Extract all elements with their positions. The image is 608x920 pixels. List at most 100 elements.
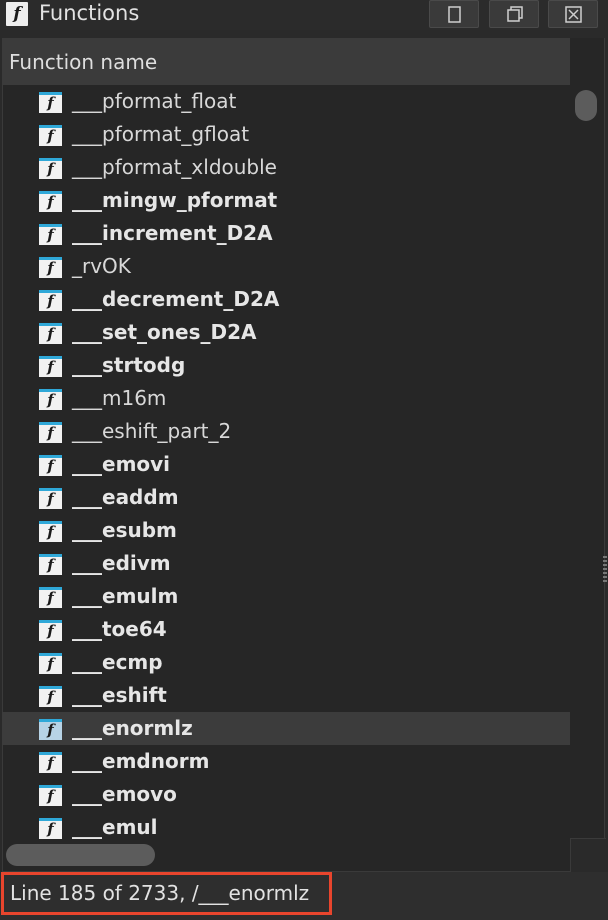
function-icon: f (39, 785, 62, 806)
close-button[interactable] (548, 0, 598, 28)
list-item[interactable]: f ___emul (2, 811, 570, 844)
list-item[interactable]: f ___edivm (2, 547, 570, 580)
function-glyph: f (13, 4, 21, 24)
function-name: ___toe64 (72, 617, 167, 641)
list-item[interactable]: f ___toe64 (2, 613, 570, 646)
list-item[interactable]: f ___enormlz (2, 712, 570, 745)
list-item[interactable]: f ___pformat_float (2, 85, 570, 118)
restore-button[interactable] (429, 0, 479, 28)
function-name: ___emul (72, 815, 158, 839)
list-item[interactable]: f ___mingw_pformat (2, 184, 570, 217)
close-icon (565, 6, 582, 23)
list-item[interactable]: f ___ecmp (2, 646, 570, 679)
horizontal-scrollbar-thumb[interactable] (6, 844, 155, 866)
list-item[interactable]: f ___eshift_part_2 (2, 415, 570, 448)
list-item[interactable]: f ___pformat_gfloat (2, 118, 570, 151)
function-icon: f (39, 257, 62, 278)
list-item[interactable]: f ___strtodg (2, 349, 570, 382)
list-item[interactable]: f ___emulm (2, 580, 570, 613)
list-item[interactable]: f ___set_ones_D2A (2, 316, 570, 349)
list-item[interactable]: f ___emovi (2, 448, 570, 481)
function-icon: f (39, 323, 62, 344)
function-icon: f (39, 719, 62, 740)
function-glyph: f (47, 622, 54, 640)
function-glyph: f (47, 523, 54, 541)
list-item[interactable]: f ___eshift (2, 679, 570, 712)
function-glyph: f (47, 787, 54, 805)
function-icon: f (39, 290, 62, 311)
function-glyph: f (47, 490, 54, 508)
function-name: ___esubm (72, 518, 177, 542)
function-icon: f (39, 686, 62, 707)
list-item[interactable]: f ___emovo (2, 778, 570, 811)
function-icon: f (39, 158, 62, 179)
function-name: ___emdnorm (72, 749, 210, 773)
resize-grip[interactable] (603, 556, 607, 582)
function-glyph: f (47, 589, 54, 607)
function-glyph: f (47, 127, 54, 145)
function-name: ___ecmp (72, 650, 163, 674)
column-header-function-name[interactable]: Function name (2, 38, 570, 85)
restore-icon (448, 6, 461, 23)
function-glyph: f (47, 292, 54, 310)
list-item[interactable]: f ___pformat_xldouble (2, 151, 570, 184)
function-icon: f (39, 587, 62, 608)
function-icon: f (39, 191, 62, 212)
function-glyph: f (47, 193, 54, 211)
function-icon: f (39, 125, 62, 146)
function-icon: f (39, 653, 62, 674)
function-name: ___eaddm (72, 485, 179, 509)
function-glyph: f (47, 325, 54, 343)
list-item[interactable]: f ___increment_D2A (2, 217, 570, 250)
list-item[interactable]: f ___esubm (2, 514, 570, 547)
maximize-icon (507, 6, 523, 22)
function-glyph: f (47, 754, 54, 772)
function-name: ___mingw_pformat (72, 188, 278, 212)
list-item[interactable]: f ___emdnorm (2, 745, 570, 778)
maximize-button[interactable] (489, 0, 539, 28)
function-name: ___edivm (72, 551, 171, 575)
function-name: ___strtodg (72, 353, 186, 377)
column-header-label: Function name (9, 50, 158, 74)
function-icon: f (39, 752, 62, 773)
function-glyph: f (47, 259, 54, 277)
function-glyph: f (47, 160, 54, 178)
function-glyph: f (47, 358, 54, 376)
function-name: ___eshift (72, 683, 167, 707)
function-name: ___pformat_float (72, 89, 237, 113)
function-glyph: f (47, 391, 54, 409)
function-glyph: f (47, 457, 54, 475)
status-text: Line 185 of 2733, /___enormlz (10, 881, 310, 905)
function-icon: f (39, 488, 62, 509)
function-name: ___emulm (72, 584, 179, 608)
function-glyph: f (47, 655, 54, 673)
list-item[interactable]: f ___m16m (2, 382, 570, 415)
function-icon: f (39, 818, 62, 839)
window-title: Functions (39, 1, 140, 25)
function-name: ___pformat_gfloat (72, 122, 250, 146)
function-icon: f (39, 455, 62, 476)
function-icon: f (39, 422, 62, 443)
list-item[interactable]: f ___decrement_D2A (2, 283, 570, 316)
vertical-scrollbar-thumb[interactable] (575, 90, 597, 121)
function-glyph: f (47, 721, 54, 739)
scrollbar-corner (570, 838, 606, 872)
function-name: ___emovo (72, 782, 177, 806)
function-glyph: f (47, 226, 54, 244)
list-item[interactable]: f _rvOK (2, 250, 570, 283)
function-icon: f (39, 389, 62, 410)
function-icon: f (6, 2, 28, 26)
function-name: ___eshift_part_2 (72, 419, 232, 443)
function-name: ___decrement_D2A (72, 287, 280, 311)
function-glyph: f (47, 94, 54, 112)
list-item[interactable]: f ___eaddm (2, 481, 570, 514)
function-list[interactable]: f ___pformat_float f ___pformat_gfloat f ___p… (2, 85, 570, 847)
function-name: ___emovi (72, 452, 171, 476)
function-icon: f (39, 92, 62, 113)
function-glyph: f (47, 820, 54, 838)
function-name: ___m16m (72, 386, 167, 410)
vertical-scrollbar[interactable] (570, 38, 604, 838)
function-icon: f (39, 224, 62, 245)
function-icon: f (39, 554, 62, 575)
function-glyph: f (47, 688, 54, 706)
